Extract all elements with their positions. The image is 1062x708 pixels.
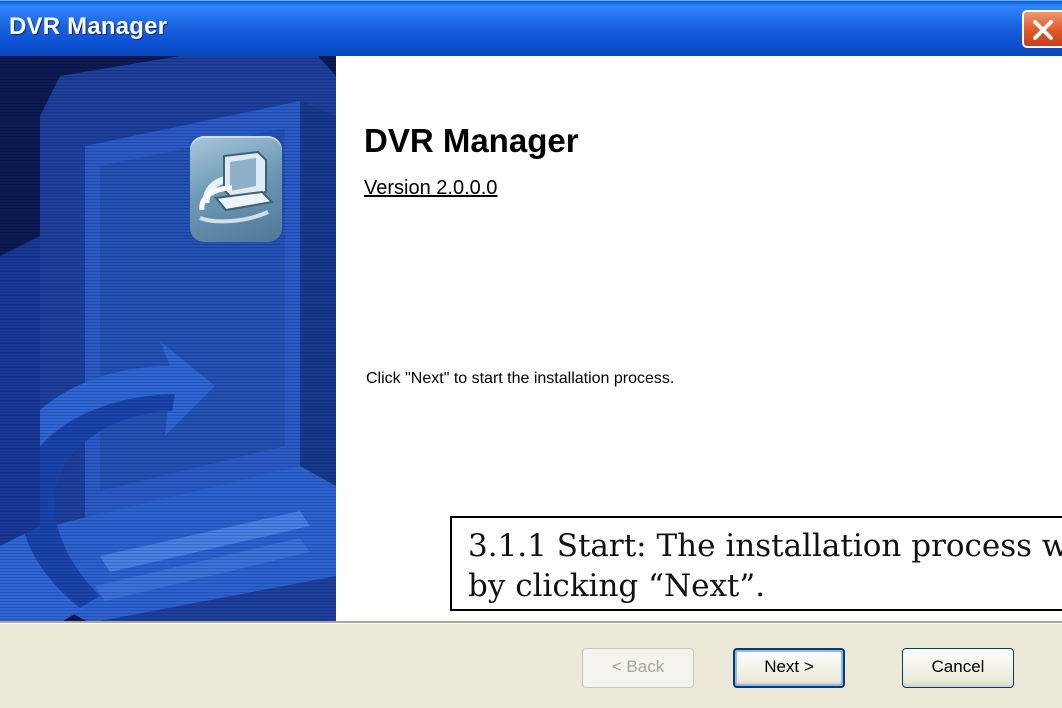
window-title: DVR Manager: [9, 13, 168, 40]
close-button[interactable]: [1022, 10, 1062, 48]
close-icon: [1033, 20, 1053, 40]
cancel-button[interactable]: Cancel: [902, 648, 1014, 688]
instruction-text: Click "Next" to start the installation p…: [366, 370, 675, 387]
caption-line-1: 3.1.1 Start: The installation process wi: [468, 528, 1062, 564]
installer-window: DVR Manager DVR Manager Version 2.0.0.0 …: [0, 0, 1062, 708]
product-heading: DVR Manager: [364, 122, 579, 159]
version-link[interactable]: Version 2.0.0.0: [364, 177, 497, 200]
title-bar[interactable]: DVR Manager: [0, 0, 1062, 56]
next-button[interactable]: Next >: [733, 648, 845, 688]
scanline-overlay: [0, 56, 336, 623]
dvr-installer-icon: [199, 150, 275, 224]
caption-text: 3.1.1 Start: The installation process wi…: [468, 526, 1062, 606]
back-button[interactable]: < Back: [582, 648, 694, 688]
document-caption-box: 3.1.1 Start: The installation process wi…: [450, 516, 1062, 611]
sidebar-artwork-panel: [0, 56, 336, 623]
app-icon-tile: [190, 136, 282, 242]
caption-line-2: by clicking “Next”.: [468, 568, 766, 604]
